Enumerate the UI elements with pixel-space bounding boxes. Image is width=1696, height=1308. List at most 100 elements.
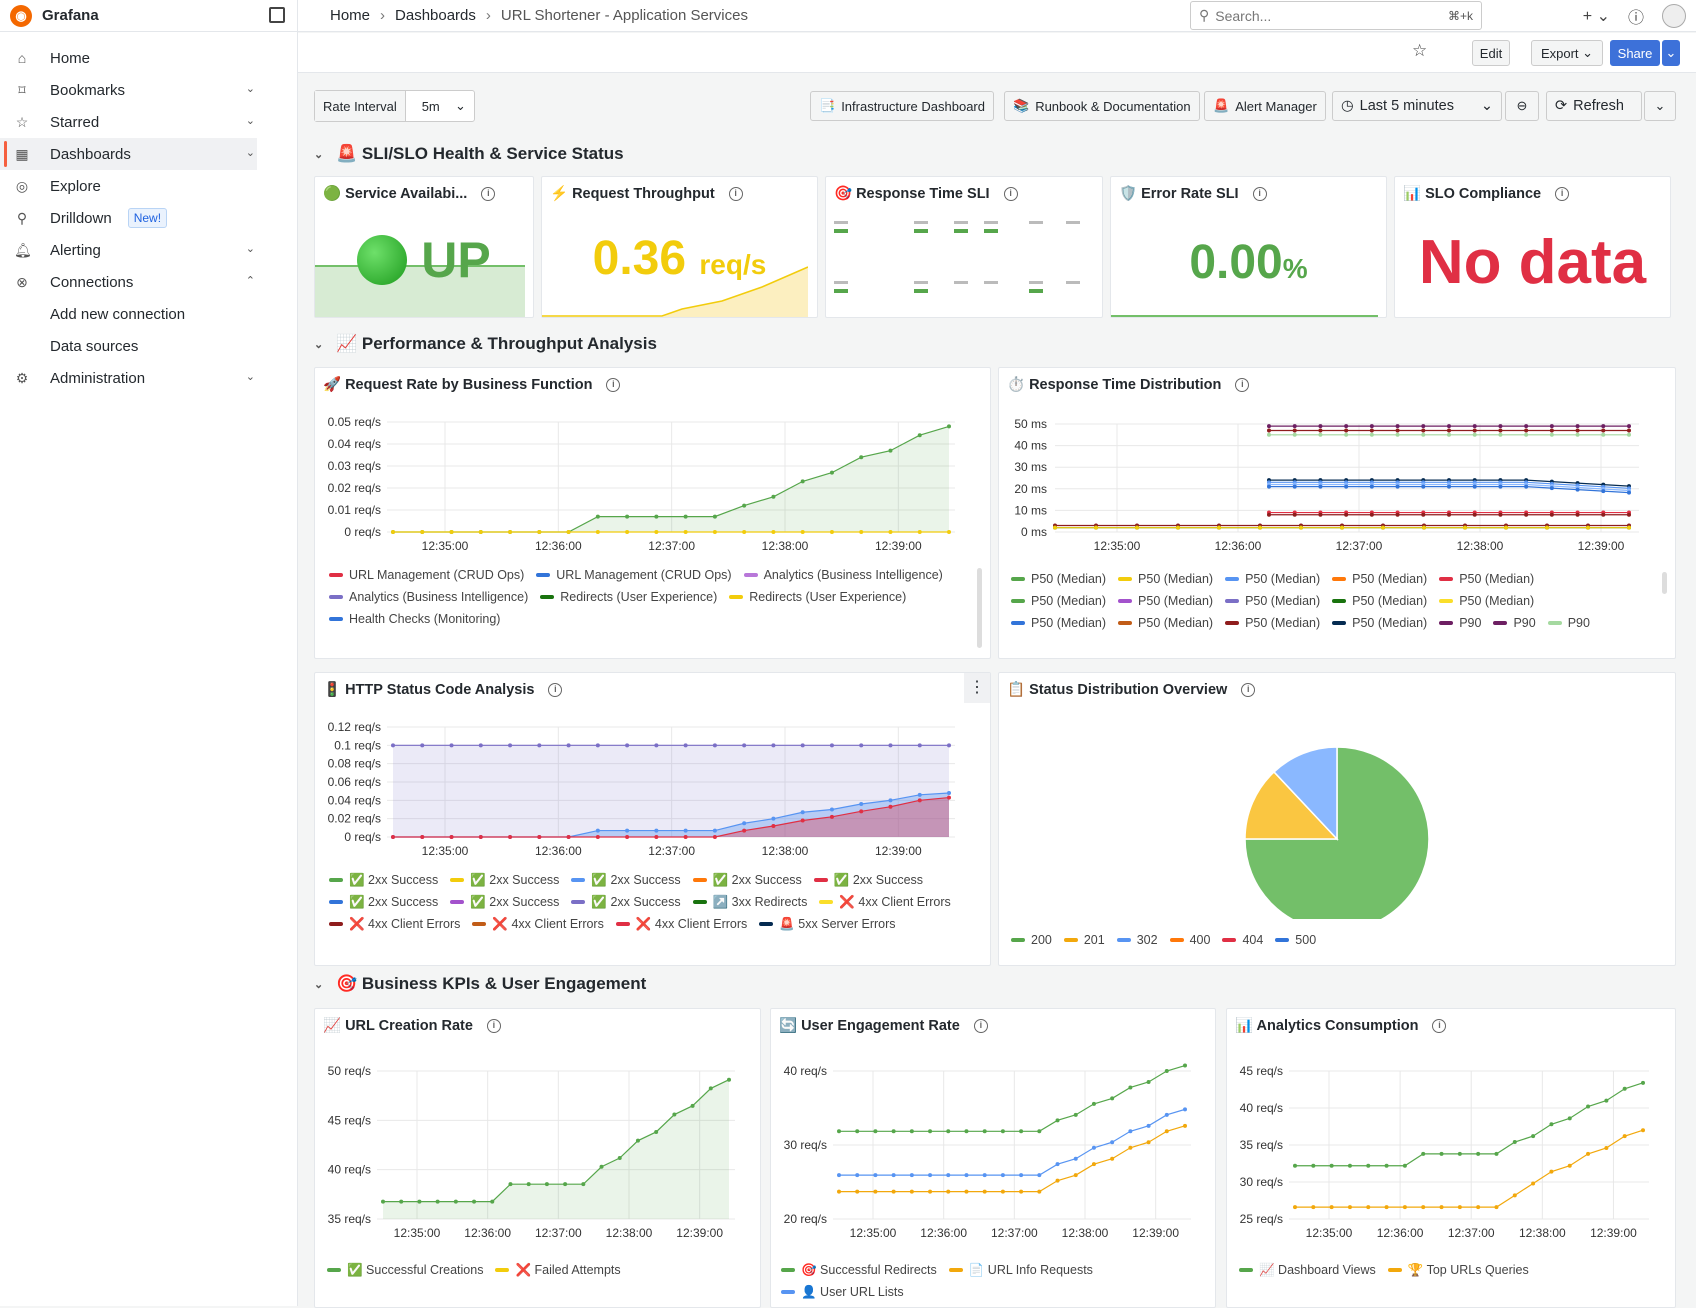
chart-http-status[interactable]: 0.12 req/s 0.1 req/s 0.08 req/s 0.06 req/s 0… <box>315 709 991 869</box>
legend-item[interactable]: 🎯 Successful Redirects <box>781 1259 937 1281</box>
legend-item[interactable]: P50 (Median) <box>1118 590 1213 612</box>
panel-response-time-sli[interactable]: 🎯 Response Time SLI i <box>825 176 1103 318</box>
legend-item[interactable]: URL Management (CRUD Ops) <box>329 564 524 586</box>
panel-error-rate-sli[interactable]: 🛡️ Error Rate SLI i 0.00% <box>1110 176 1387 318</box>
breadcrumb-dashboards[interactable]: Dashboards <box>395 7 476 24</box>
info-icon[interactable]: i <box>481 186 496 201</box>
chart-status-pie[interactable] <box>999 709 1675 919</box>
legend-item[interactable]: ✅ 2xx Success <box>450 869 559 891</box>
legend-item[interactable]: 🏆 Top URLs Queries <box>1387 1259 1529 1281</box>
chart-response-time[interactable]: 50 ms 40 ms 30 ms 20 ms 10 ms 0 ms 12:35:00 12:… <box>999 404 1675 564</box>
legend-item[interactable]: 404 <box>1222 929 1263 951</box>
panel-service-availability[interactable]: 🟢 Service Availabi... i UP <box>314 176 534 318</box>
legend-item[interactable]: ❌ 4xx Client Errors <box>819 891 951 913</box>
refresh-button[interactable]: ⟳ Refresh <box>1546 91 1642 121</box>
add-icon[interactable]: + ⌄ <box>1583 6 1610 26</box>
legend-item[interactable]: P50 (Median) <box>1439 568 1534 590</box>
panel-request-rate[interactable]: 🚀 Request Rate by Business Function i 0.0… <box>314 367 991 659</box>
info-icon[interactable]: i <box>973 1018 988 1033</box>
legend-item[interactable]: ↗️ 3xx Redirects <box>692 891 807 913</box>
panel-analytics-consumption[interactable]: 📊 Analytics Consumption i 45 req/s 40 req/… <box>1226 1008 1676 1308</box>
info-icon[interactable]: i <box>486 1018 501 1033</box>
legend-item[interactable]: P50 (Median) <box>1225 612 1320 634</box>
chevron-down-icon[interactable]: ⌄ <box>246 82 255 95</box>
variable-rate-interval[interactable]: Rate Interval 5m ⌄ <box>314 90 475 122</box>
row-sli-slo[interactable]: ⌄ 🚨 SLI/SLO Health & Service Status <box>314 144 624 164</box>
sidebar-item-alerting[interactable]: 🔔︎ Alerting ⌄ <box>0 234 297 266</box>
legend-item[interactable]: 201 <box>1063 929 1105 951</box>
legend-item[interactable]: P50 (Median) <box>1011 590 1106 612</box>
legend-item[interactable]: P50 (Median) <box>1332 612 1427 634</box>
panel-response-time-distribution[interactable]: ⏱️ Response Time Distribution i 50 ms 40 m… <box>998 367 1676 659</box>
info-icon[interactable]: i <box>548 682 563 697</box>
info-icon[interactable]: i <box>1252 186 1267 201</box>
legend-item[interactable]: P50 (Median) <box>1225 568 1320 590</box>
sidebar-item-data-sources[interactable]: Data sources <box>0 330 297 362</box>
legend-item[interactable]: ✅ Successful Creations <box>327 1259 483 1281</box>
panel-user-engagement[interactable]: 🔄 User Engagement Rate i 40 req/s 30 req/s… <box>770 1008 1216 1308</box>
help-icon[interactable]: ⓘ <box>1628 4 1644 28</box>
chevron-down-icon[interactable]: ⌄ <box>246 146 255 159</box>
legend-item[interactable]: ✅ 2xx Success <box>571 891 681 913</box>
legend-item[interactable]: 👤 User URL Lists <box>781 1281 904 1303</box>
legend-item[interactable]: Analytics (Business Intelligence) <box>329 586 528 608</box>
edit-button[interactable]: Edit <box>1472 40 1510 66</box>
legend-item[interactable]: Redirects (User Experience) <box>729 586 906 608</box>
legend-item[interactable]: ✅ 2xx Success <box>692 869 802 891</box>
row-performance[interactable]: ⌄ 📈 Performance & Throughput Analysis <box>314 334 657 354</box>
legend-item[interactable]: 📄 URL Info Requests <box>948 1259 1093 1281</box>
chevron-up-icon[interactable]: ⌃ <box>246 274 255 287</box>
legend-item[interactable]: P50 (Median) <box>1332 568 1427 590</box>
info-icon[interactable]: i <box>1235 377 1250 392</box>
legend-item[interactable]: ✅ 2xx Success <box>329 869 438 891</box>
legend-item[interactable]: P90 <box>1493 612 1536 634</box>
legend-item[interactable]: P50 (Median) <box>1332 590 1427 612</box>
legend-item[interactable]: P50 (Median) <box>1011 568 1106 590</box>
info-icon[interactable]: i <box>606 377 621 392</box>
legend-item[interactable]: ❌ 4xx Client Errors <box>615 913 747 935</box>
legend-item[interactable]: P90 <box>1439 612 1481 634</box>
info-icon[interactable]: i <box>1003 186 1018 201</box>
legend-item[interactable]: P50 (Median) <box>1439 590 1534 612</box>
legend-item[interactable]: 200 <box>1011 929 1052 951</box>
runbook-link[interactable]: 📚 Runbook & Documentation <box>1004 91 1200 121</box>
legend-item[interactable]: P50 (Median) <box>1118 612 1213 634</box>
legend-item[interactable]: ❌ 4xx Client Errors <box>472 913 604 935</box>
sidebar-item-connections[interactable]: ⊗ Connections ⌃ <box>0 266 297 298</box>
chart-analytics[interactable]: 45 req/s 40 req/s 35 req/s 30 req/s 25 req/s… <box>1227 1045 1675 1255</box>
info-icon[interactable]: i <box>1241 682 1256 697</box>
share-button[interactable]: Share <box>1610 40 1660 66</box>
legend-item[interactable]: 302 <box>1116 929 1158 951</box>
legend-item[interactable]: P50 (Median) <box>1118 568 1213 590</box>
info-icon[interactable]: i <box>1555 186 1570 201</box>
avatar[interactable] <box>1662 4 1686 28</box>
info-icon[interactable]: i <box>728 186 743 201</box>
chart-url-creation[interactable]: 50 req/s 45 req/s 40 req/s 35 req/s 12:35:00… <box>315 1045 761 1255</box>
sidebar-item-bookmarks[interactable]: ⌑ Bookmarks ⌄ <box>0 74 297 106</box>
sidebar-item-drilldown[interactable]: ⚲ Drilldown New! <box>0 202 297 234</box>
sidebar-item-dashboards[interactable]: ▦ Dashboards ⌄ <box>0 138 257 170</box>
chevron-down-icon[interactable]: ⌄ <box>246 242 255 255</box>
infrastructure-dashboard-link[interactable]: 📑 Infrastructure Dashboard <box>810 91 994 121</box>
star-icon[interactable]: ☆ <box>1412 41 1427 61</box>
legend-item[interactable]: ✅ 2xx Success <box>450 891 559 913</box>
legend-item[interactable]: ✅ 2xx Success <box>571 869 681 891</box>
legend-item[interactable]: Redirects (User Experience) <box>540 586 717 608</box>
panel-status-distribution[interactable]: 📋 Status Distribution Overview i 200 201 30… <box>998 672 1676 966</box>
chevron-down-icon[interactable]: ⌄ <box>246 370 255 383</box>
panel-menu-icon[interactable]: ⋮ <box>964 673 990 703</box>
legend-item[interactable]: 400 <box>1169 929 1210 951</box>
legend-item[interactable]: P50 (Median) <box>1011 612 1106 634</box>
rate-interval-select[interactable]: 5m ⌄ <box>406 91 474 121</box>
sidebar-item-starred[interactable]: ☆ Starred ⌄ <box>0 106 297 138</box>
sidebar-item-home[interactable]: ⌂ Home <box>0 42 297 74</box>
time-range-picker[interactable]: ◷ Last 5 minutes ⌄ <box>1332 91 1502 121</box>
legend-item[interactable]: ✅ 2xx Success <box>329 891 438 913</box>
legend-item[interactable]: 500 <box>1275 929 1316 951</box>
legend-scrollbar[interactable] <box>977 568 982 648</box>
legend-scrollbar[interactable] <box>1662 572 1667 594</box>
panel-url-creation[interactable]: 📈 URL Creation Rate i 50 req/s 45 req/s 40 … <box>314 1008 761 1308</box>
dock-menu-icon[interactable] <box>269 7 285 23</box>
legend-item[interactable]: P90 <box>1547 612 1590 634</box>
legend-item[interactable]: URL Management (CRUD Ops) <box>536 564 732 586</box>
